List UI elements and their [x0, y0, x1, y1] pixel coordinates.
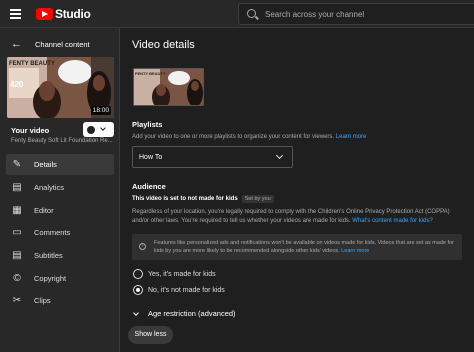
- audience-status: This video is set to not made for kids: [132, 196, 238, 202]
- copyright-icon: ©: [13, 272, 21, 284]
- info-text-body: Features like personalized ads and notif…: [154, 240, 454, 254]
- search-icon: [247, 9, 256, 18]
- sidebar-item-clips[interactable]: ✂ Clips: [6, 290, 114, 311]
- sidebar-item-comments[interactable]: ▭ Comments: [6, 222, 114, 243]
- sidebar-item-copyright[interactable]: © Copyright: [6, 268, 114, 289]
- sidebar-item-details[interactable]: ✎ Details: [6, 154, 114, 175]
- sidebar-item-label: Copyright: [34, 274, 67, 283]
- svg-text:FENTY BEAUTY: FENTY BEAUTY: [9, 61, 55, 67]
- made-for-kids-yes-option[interactable]: Yes, it's made for kids: [133, 269, 216, 279]
- audience-info-box: i Features like personalized ads and not…: [132, 234, 462, 260]
- age-restriction-toggle[interactable]: Age restriction (advanced): [133, 309, 236, 318]
- made-for-kids-link[interactable]: What's content made for kids?: [352, 218, 433, 224]
- visibility-dropdown-button[interactable]: [83, 122, 114, 137]
- playlists-description: Add your video to one or more playlists …: [132, 134, 366, 140]
- main-content: Video details FENTY BEAUTY Playlists Add…: [120, 28, 474, 352]
- made-for-kids-no-option[interactable]: No, it's not made for kids: [133, 285, 225, 295]
- playlists-learn-more-link[interactable]: Learn more: [336, 134, 367, 140]
- sidebar-item-label: Clips: [34, 296, 51, 305]
- playlists-title: Playlists: [132, 120, 163, 129]
- age-restriction-label: Age restriction (advanced): [148, 309, 236, 318]
- sidebar-item-analytics[interactable]: ▤ Analytics: [6, 177, 114, 198]
- sidebar-item-editor[interactable]: ▦ Editor: [6, 200, 114, 221]
- top-bar: Studio Search across your channel: [0, 0, 474, 28]
- back-arrow-icon: ←: [11, 38, 22, 50]
- info-learn-more-link[interactable]: Learn more: [341, 248, 369, 254]
- set-by-badge: Set by you: [241, 195, 274, 203]
- back-label: Channel content: [35, 39, 90, 49]
- video-title: Fenty Beauty Soft Lit Foundation Re...: [11, 138, 113, 144]
- show-less-button[interactable]: Show less: [128, 326, 173, 344]
- comments-icon: ▭: [12, 226, 22, 238]
- page-title: Video details: [132, 39, 195, 51]
- sidebar: ← Channel content FENTY BEAUTY 420 18:00…: [0, 28, 120, 352]
- audience-title: Audience: [132, 182, 166, 191]
- search-placeholder: Search across your channel: [265, 10, 365, 19]
- svg-text:420: 420: [10, 80, 24, 89]
- visibility-icon: [87, 125, 95, 134]
- playlists-description-text: Add your video to one or more playlists …: [132, 134, 335, 140]
- video-duration: 18:00: [90, 106, 111, 115]
- radio-label: Yes, it's made for kids: [148, 270, 216, 278]
- playlists-dropdown[interactable]: How To: [132, 146, 293, 168]
- thumbnail-image: FENTY BEAUTY: [134, 69, 203, 105]
- sidebar-item-subtitles[interactable]: ▤ Subtitles: [6, 245, 114, 266]
- back-to-channel-content[interactable]: ← Channel content: [11, 38, 90, 50]
- scissors-icon: ✂: [12, 294, 22, 306]
- search-input[interactable]: Search across your channel: [238, 3, 474, 25]
- youtube-play-icon: [36, 8, 53, 20]
- selected-thumbnail[interactable]: FENTY BEAUTY: [133, 68, 204, 106]
- audience-description: Regardless of your location, you're lega…: [132, 208, 462, 226]
- radio-button-checked[interactable]: [133, 285, 143, 295]
- radio-label: No, it's not made for kids: [148, 286, 225, 294]
- editor-icon: ▦: [12, 204, 22, 216]
- sidebar-item-label: Subtitles: [34, 251, 63, 260]
- sidebar-item-label: Analytics: [34, 183, 65, 192]
- svg-text:FENTY BEAUTY: FENTY BEAUTY: [135, 71, 166, 76]
- sidebar-item-label: Comments: [34, 228, 71, 237]
- info-icon: i: [139, 243, 146, 250]
- logo-text: Studio: [55, 7, 91, 21]
- sidebar-item-label: Details: [34, 160, 57, 169]
- playlists-selected-value: How To: [139, 154, 163, 161]
- subtitles-icon: ▤: [12, 249, 22, 261]
- radio-button[interactable]: [133, 269, 143, 279]
- video-thumbnail[interactable]: FENTY BEAUTY 420 18:00: [7, 57, 114, 118]
- audience-status-row: This video is set to not made for kids S…: [132, 195, 274, 203]
- your-video-label: Your video: [11, 126, 50, 135]
- chevron-down-icon: [100, 125, 106, 131]
- sidebar-item-label: Editor: [34, 206, 54, 215]
- studio-logo[interactable]: Studio: [36, 7, 91, 21]
- menu-icon[interactable]: [10, 9, 21, 19]
- analytics-icon: ▤: [12, 181, 22, 193]
- chevron-down-icon: [275, 151, 284, 160]
- info-text: Features like personalized ads and notif…: [154, 239, 456, 255]
- pencil-icon: ✎: [12, 158, 22, 170]
- chevron-down-icon: [133, 309, 139, 316]
